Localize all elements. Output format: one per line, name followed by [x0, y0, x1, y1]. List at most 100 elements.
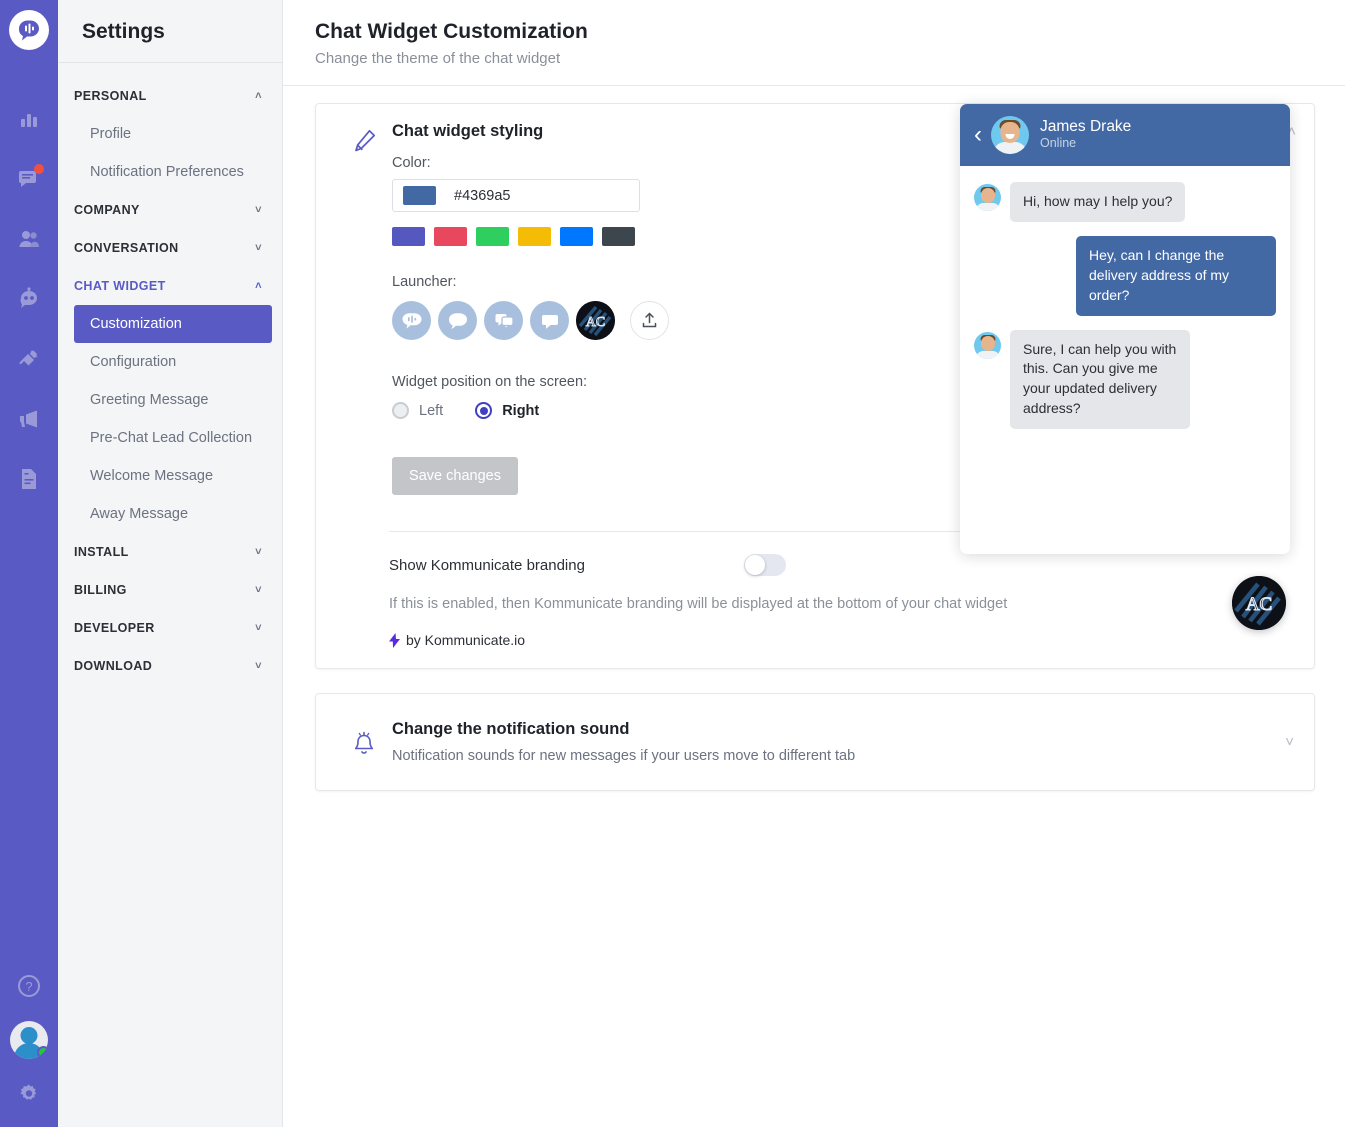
kommunicate-logo-icon[interactable]: [9, 10, 49, 50]
sidebar-group-conversation[interactable]: CONVERSATION ˅: [58, 229, 282, 267]
launcher-upload-button[interactable]: [630, 301, 669, 340]
sidebar-group-install[interactable]: INSTALL ˅: [58, 533, 282, 571]
radio-dot: [475, 402, 493, 419]
sidebar-item-pre-chat-lead-collection[interactable]: Pre-Chat Lead Collection: [58, 419, 282, 457]
bell-icon: [336, 725, 392, 759]
pencil-icon: [336, 122, 392, 495]
sidebar-title: Settings: [58, 0, 282, 63]
contacts-icon[interactable]: [12, 222, 46, 256]
agent-status: Online: [1040, 136, 1077, 151]
expand-chevron-icon[interactable]: ˅: [1285, 734, 1294, 751]
campaigns-icon[interactable]: [12, 402, 46, 436]
launcher-speech-bars-icon[interactable]: [392, 301, 431, 340]
sidebar-item-away-message[interactable]: Away Message: [58, 495, 282, 533]
sidebar-group-label: INSTALL: [74, 545, 129, 559]
color-swatch-1[interactable]: [434, 227, 467, 246]
chevron-up-icon[interactable]: ˄: [255, 280, 262, 292]
header-divider: [283, 85, 1345, 86]
online-status-dot: [37, 1046, 48, 1059]
sidebar-item-greeting-message[interactable]: Greeting Message: [58, 381, 282, 419]
chevron-down-icon[interactable]: ˅: [255, 584, 262, 596]
page-title: Chat Widget Customization: [315, 20, 588, 43]
conversations-icon[interactable]: [12, 162, 46, 196]
color-swatch-3[interactable]: [518, 227, 551, 246]
left-icon-rail: ?: [0, 0, 58, 1127]
radio-dot: [392, 402, 409, 419]
chevron-down-icon[interactable]: ˅: [255, 546, 262, 558]
position-radio-left[interactable]: Left: [392, 402, 443, 419]
color-swatch-5[interactable]: [602, 227, 635, 246]
preview-chat-window: ‹ James Drake Online Hi, how may I help …: [960, 104, 1290, 554]
color-swatch-2[interactable]: [476, 227, 509, 246]
chat-message-in: Hi, how may I help you?: [974, 182, 1276, 222]
save-changes-button[interactable]: Save changes: [392, 457, 518, 495]
settings-gear-icon[interactable]: [12, 1077, 46, 1111]
sidebar-group-download[interactable]: DOWNLOAD ˅: [58, 647, 282, 685]
preview-message-list: Hi, how may I help you? Hey, can I change…: [960, 166, 1290, 453]
chevron-up-icon[interactable]: ˄: [255, 90, 262, 102]
branding-by-line: by Kommunicate.io: [389, 632, 1288, 648]
sidebar-group-personal[interactable]: PERSONAL ˄: [58, 77, 282, 115]
position-radio-right[interactable]: Right: [475, 402, 539, 419]
svg-text:?: ?: [25, 979, 32, 994]
bot-icon[interactable]: [12, 282, 46, 316]
launcher-chat-bubble-icon[interactable]: [438, 301, 477, 340]
analytics-icon[interactable]: [12, 102, 46, 136]
color-swatch-4[interactable]: [560, 227, 593, 246]
branding-by-text: by Kommunicate.io: [406, 632, 526, 648]
preview-launcher-logo-text: AC: [1246, 594, 1272, 615]
launcher-stacked-bubbles-icon[interactable]: [484, 301, 523, 340]
sidebar-item-profile[interactable]: Profile: [58, 115, 282, 153]
preview-launcher-bubble[interactable]: AC: [1232, 576, 1286, 630]
sidebar-group-label: BILLING: [74, 583, 127, 597]
help-icon[interactable]: ?: [12, 969, 46, 1003]
sidebar-group-billing[interactable]: BILLING ˅: [58, 571, 282, 609]
integrations-icon[interactable]: [12, 342, 46, 376]
chat-message-out: Hey, can I change the delivery address o…: [974, 235, 1276, 316]
sidebar-group-company[interactable]: COMPANY ˅: [58, 191, 282, 229]
preview-chat-header: ‹ James Drake Online: [960, 104, 1290, 166]
avatar-face: [1000, 122, 1020, 143]
styling-card-inner: Chat widget styling Color: #4369a5 Launc…: [316, 104, 1314, 630]
chat-widget-styling-card: ˄ Chat widget styling Color: #4369a5 Lau…: [315, 103, 1315, 669]
docs-icon[interactable]: [12, 462, 46, 496]
message-bubble: Sure, I can help you with this. Can you …: [1010, 329, 1190, 429]
sidebar-group-label: CONVERSATION: [74, 241, 179, 255]
toggle-knob: [745, 555, 765, 575]
sidebar-group-label: COMPANY: [74, 203, 140, 217]
chevron-down-icon[interactable]: ˅: [255, 622, 262, 634]
launcher-custom-logo[interactable]: AC: [576, 301, 615, 340]
sidebar-item-customization[interactable]: Customization: [74, 305, 272, 343]
sidebar-group-developer[interactable]: DEVELOPER ˅: [58, 609, 282, 647]
sidebar-item-configuration[interactable]: Configuration: [58, 343, 282, 381]
message-avatar: [974, 184, 1001, 211]
chat-message-in: Sure, I can help you with this. Can you …: [974, 329, 1276, 429]
sound-card-subtitle: Notification sounds for new messages if …: [392, 748, 856, 764]
notification-sound-card[interactable]: Change the notification sound Notificati…: [315, 693, 1315, 791]
chevron-down-icon[interactable]: ˅: [255, 660, 262, 672]
app-root: ? Settings PERSONAL ˄ Profile Notification …: [0, 0, 1345, 1127]
branding-toggle[interactable]: [744, 554, 786, 576]
back-chevron-icon[interactable]: ‹: [974, 123, 982, 147]
radio-label: Left: [419, 402, 444, 419]
color-input[interactable]: #4369a5: [392, 179, 640, 212]
chevron-down-icon[interactable]: ˅: [255, 204, 262, 216]
launcher-logo-text: AC: [586, 315, 605, 330]
launcher-message-square-icon[interactable]: [530, 301, 569, 340]
color-preview-chip: [403, 186, 436, 205]
branding-label: Show Kommunicate branding: [389, 556, 585, 574]
user-avatar[interactable]: [10, 1021, 48, 1059]
main-content: Chat Widget Customization Change the the…: [283, 0, 1345, 1127]
sidebar-nav: PERSONAL ˄ Profile Notification Preferences…: [58, 63, 282, 685]
sidebar-group-chat-widget[interactable]: CHAT WIDGET ˄: [58, 267, 282, 305]
rail-bottom-group: ?: [0, 969, 58, 1111]
sidebar-group-label: DEVELOPER: [74, 621, 155, 635]
agent-name: James Drake: [1040, 117, 1132, 135]
color-swatch-0[interactable]: [392, 227, 425, 246]
page-subtitle: Change the theme of the chat widget: [315, 50, 561, 67]
sidebar-item-notification-preferences[interactable]: Notification Preferences: [58, 153, 282, 191]
page-header: Chat Widget Customization Change the the…: [283, 0, 1345, 67]
sidebar-item-welcome-message[interactable]: Welcome Message: [58, 457, 282, 495]
chevron-down-icon[interactable]: ˅: [255, 242, 262, 254]
sidebar-group-label: PERSONAL: [74, 89, 147, 103]
